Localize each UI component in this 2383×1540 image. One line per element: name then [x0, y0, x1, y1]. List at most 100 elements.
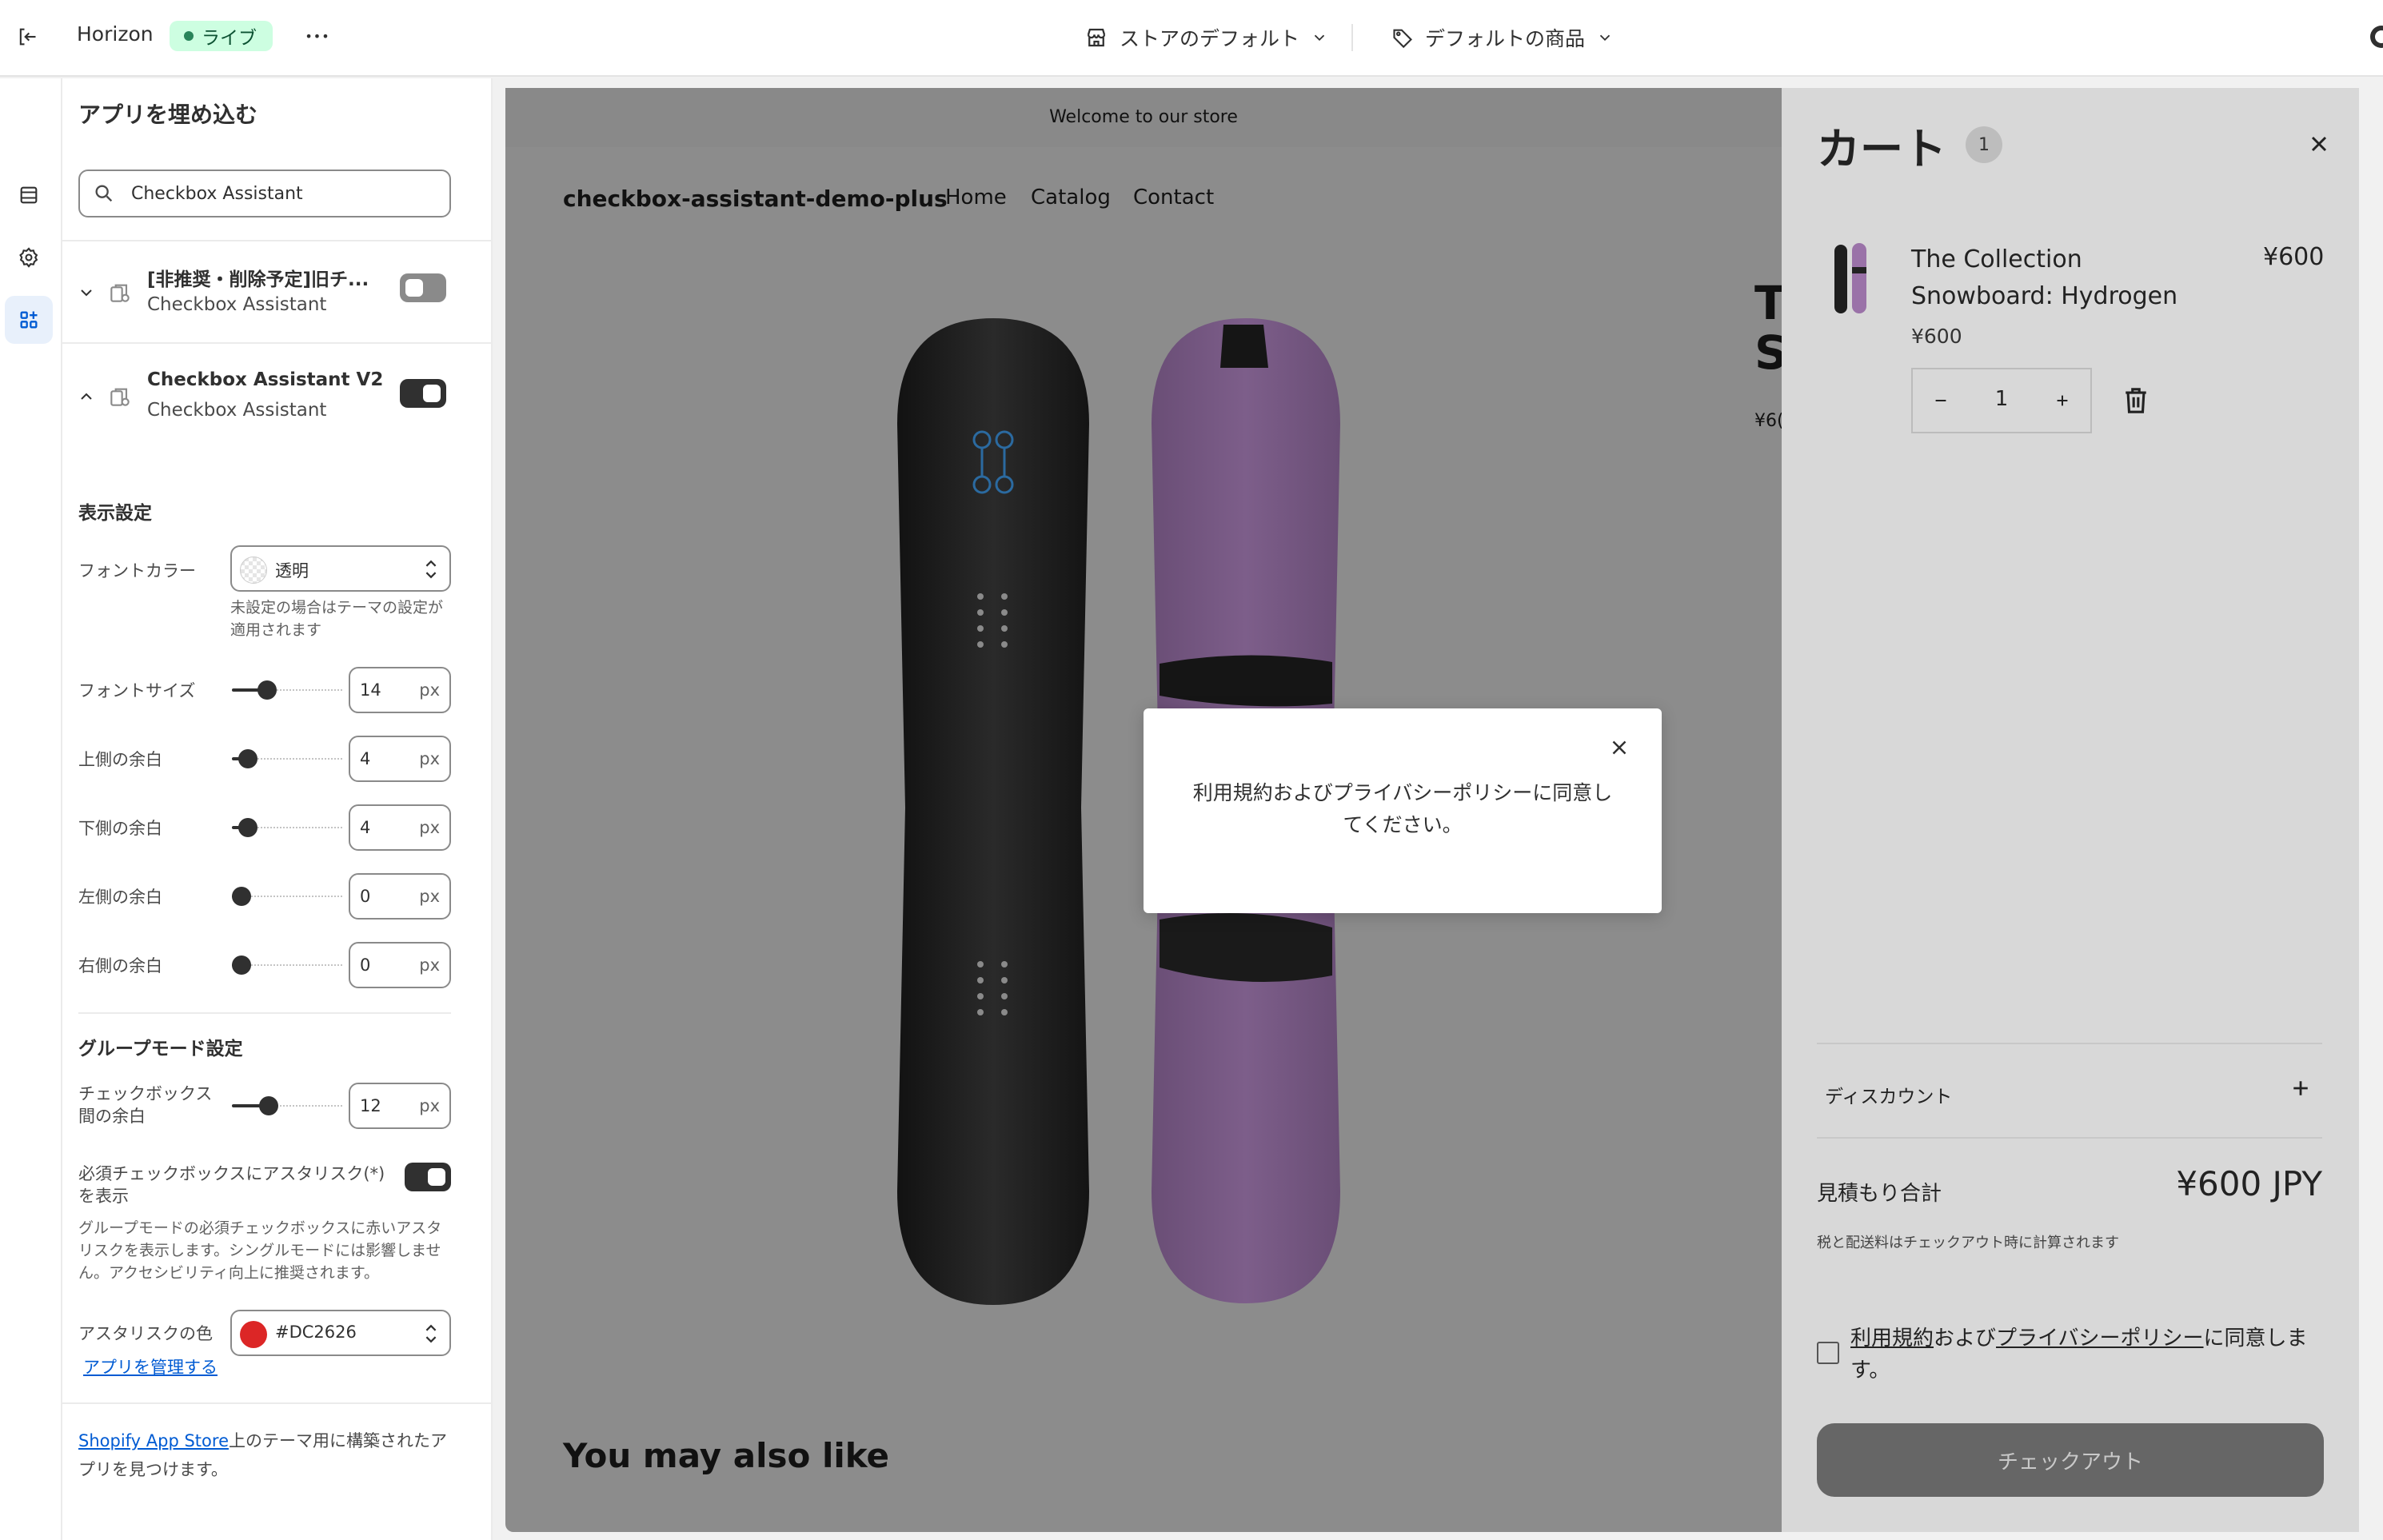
store-preview-select[interactable]: ストアのデフォルト [1084, 21, 1328, 54]
select-caret-icon [425, 1324, 437, 1343]
cart-item-unit-price: ¥600 [1911, 325, 1962, 348]
search-icon [95, 185, 113, 202]
more-actions-button[interactable]: ••• [301, 19, 334, 53]
app-embed-name: [非推奨・削除予定]旧チ... [147, 269, 369, 290]
asterisk-help: グループモードの必須チェックボックスに赤いアスタリスクを表示します。シングルモー… [78, 1219, 442, 1282]
cart-item-thumbnail[interactable] [1828, 240, 1874, 317]
margin-left-label: 左側の余白 [78, 888, 162, 907]
exit-button[interactable] [11, 21, 43, 53]
plus-icon[interactable] [2289, 1076, 2313, 1100]
group-settings-heading: グループモード設定 [78, 1039, 243, 1059]
font-color-help: 未設定の場合はテーマの設定が適用されます [230, 599, 444, 639]
quantity-value[interactable]: 1 [1969, 387, 2034, 411]
checkout-button[interactable]: チェックアウト [1817, 1423, 2324, 1497]
color-swatch-icon [240, 1321, 267, 1348]
divider [62, 342, 493, 344]
product-select-label: デフォルトの商品 [1425, 27, 1586, 50]
asterisk-color-select[interactable]: #DC2626 [230, 1310, 451, 1356]
panel-title: アプリを埋め込む [78, 102, 258, 128]
cart-item-line-total: ¥600 [2263, 243, 2325, 271]
store-logo-text[interactable]: checkbox-assistant-demo-plus [563, 186, 948, 212]
announcement-text: Welcome to our store [1049, 107, 1238, 127]
nav-link-contact[interactable]: Contact [1133, 186, 1214, 209]
terms-checkbox[interactable] [1817, 1342, 1839, 1364]
tag-icon [1393, 29, 1412, 49]
terms-link[interactable]: 利用規約 [1850, 1327, 1934, 1350]
margin-top-slider[interactable] [232, 747, 342, 771]
sections-icon [20, 186, 38, 204]
discount-label[interactable]: ディスカウント [1825, 1081, 1952, 1108]
rail-sections-button[interactable] [5, 171, 53, 219]
rail-theme-settings-button[interactable] [5, 233, 53, 281]
font-size-input[interactable]: 14 px [349, 667, 451, 713]
chevron-down-icon[interactable] [77, 283, 96, 302]
quantity-decrease-button[interactable] [1913, 369, 1969, 432]
apps-icon [20, 311, 38, 329]
cart-count-badge: 1 [1966, 126, 2002, 163]
asterisk-toggle-label: 必須チェックボックスにアスタリスク(*) を表示 [78, 1164, 385, 1206]
margin-bottom-slider[interactable] [232, 816, 342, 840]
margin-top-label: 上側の余白 [78, 750, 162, 769]
cart-item-name[interactable]: The Collection Snowboard: Hydrogen [1911, 241, 2231, 315]
divider [1817, 1043, 2322, 1044]
estimate-total-label: 見積もり合計 [1817, 1182, 1942, 1206]
terms-checkbox-label: 利用規約およびプライバシーポリシーに同意します。 [1850, 1327, 2308, 1382]
app-store-link[interactable]: Shopify App Store [78, 1431, 229, 1450]
close-icon[interactable] [2306, 131, 2332, 157]
quantity-stepper: 1 [1911, 368, 2092, 433]
asterisk-toggle[interactable] [405, 1163, 451, 1191]
checkbox-gap-slider[interactable] [232, 1094, 342, 1118]
close-icon[interactable] [1607, 736, 1631, 760]
live-status-badge: ライブ [170, 21, 273, 51]
margin-left-slider[interactable] [232, 884, 342, 908]
margin-left-input[interactable]: 0 px [349, 873, 451, 920]
cart-title: カート [1817, 124, 1946, 174]
margin-right-slider[interactable] [232, 953, 342, 977]
app-block-icon [110, 284, 130, 302]
divider [1817, 1137, 2322, 1139]
chevron-down-icon [1314, 34, 1325, 42]
modal-message: 利用規約およびプライバシーポリシーに同意してください。 [1192, 781, 1613, 836]
divider [78, 1012, 451, 1014]
help-avatar-icon[interactable] [2364, 22, 2383, 51]
divider [62, 1402, 493, 1404]
app-embed-name: Checkbox Assistant V2 [147, 369, 384, 390]
exit-icon [19, 28, 36, 46]
live-dot-icon [184, 31, 194, 41]
app-block-icon [110, 388, 130, 406]
font-color-label: フォントカラー [78, 561, 196, 580]
live-badge-label: ライブ [202, 28, 257, 49]
app-embed-provider: Checkbox Assistant [147, 294, 327, 315]
store-icon [1087, 28, 1106, 47]
product-preview-select[interactable]: デフォルトの商品 [1391, 21, 1614, 54]
app-embed-provider: Checkbox Assistant [147, 400, 327, 421]
rail-app-embeds-button[interactable] [5, 296, 53, 344]
margin-top-input[interactable]: 4 px [349, 736, 451, 782]
trash-icon[interactable] [2122, 385, 2149, 416]
display-settings-heading: 表示設定 [78, 503, 152, 524]
app-search-input[interactable] [131, 178, 435, 209]
product-price-partial: ¥6( [1754, 411, 1784, 431]
margin-right-input[interactable]: 0 px [349, 942, 451, 988]
app-embed-toggle-off[interactable] [400, 273, 446, 302]
checkbox-gap-input[interactable]: 12 px [349, 1083, 451, 1129]
nav-link-home[interactable]: Home [945, 186, 1007, 209]
margin-bottom-input[interactable]: 4 px [349, 804, 451, 851]
chevron-down-icon [1599, 34, 1611, 42]
tax-shipping-note: 税と配送料はチェックアウト時に計算されます [1817, 1235, 2119, 1251]
app-embed-toggle-on[interactable] [400, 379, 446, 408]
privacy-policy-link[interactable]: プライバシーポリシー [1996, 1327, 2203, 1350]
font-size-label: フォントサイズ [78, 681, 196, 700]
manage-app-link[interactable]: アプリを管理する [83, 1354, 218, 1378]
theme-name: Horizon [77, 22, 154, 46]
app-store-footer: Shopify App Store上のテーマ用に構築されたアプリを見つけます。 [78, 1431, 447, 1479]
divider [62, 240, 493, 241]
nav-link-catalog[interactable]: Catalog [1031, 186, 1111, 209]
font-size-slider[interactable] [232, 678, 342, 702]
chevron-up-icon[interactable] [77, 387, 96, 406]
font-color-value: 透明 [275, 561, 309, 580]
font-color-select[interactable]: 透明 [230, 545, 451, 592]
quantity-increase-button[interactable] [2034, 369, 2090, 432]
store-select-label: ストアのデフォルト [1120, 27, 1300, 50]
you-may-also-like-heading: You may also like [563, 1436, 890, 1475]
